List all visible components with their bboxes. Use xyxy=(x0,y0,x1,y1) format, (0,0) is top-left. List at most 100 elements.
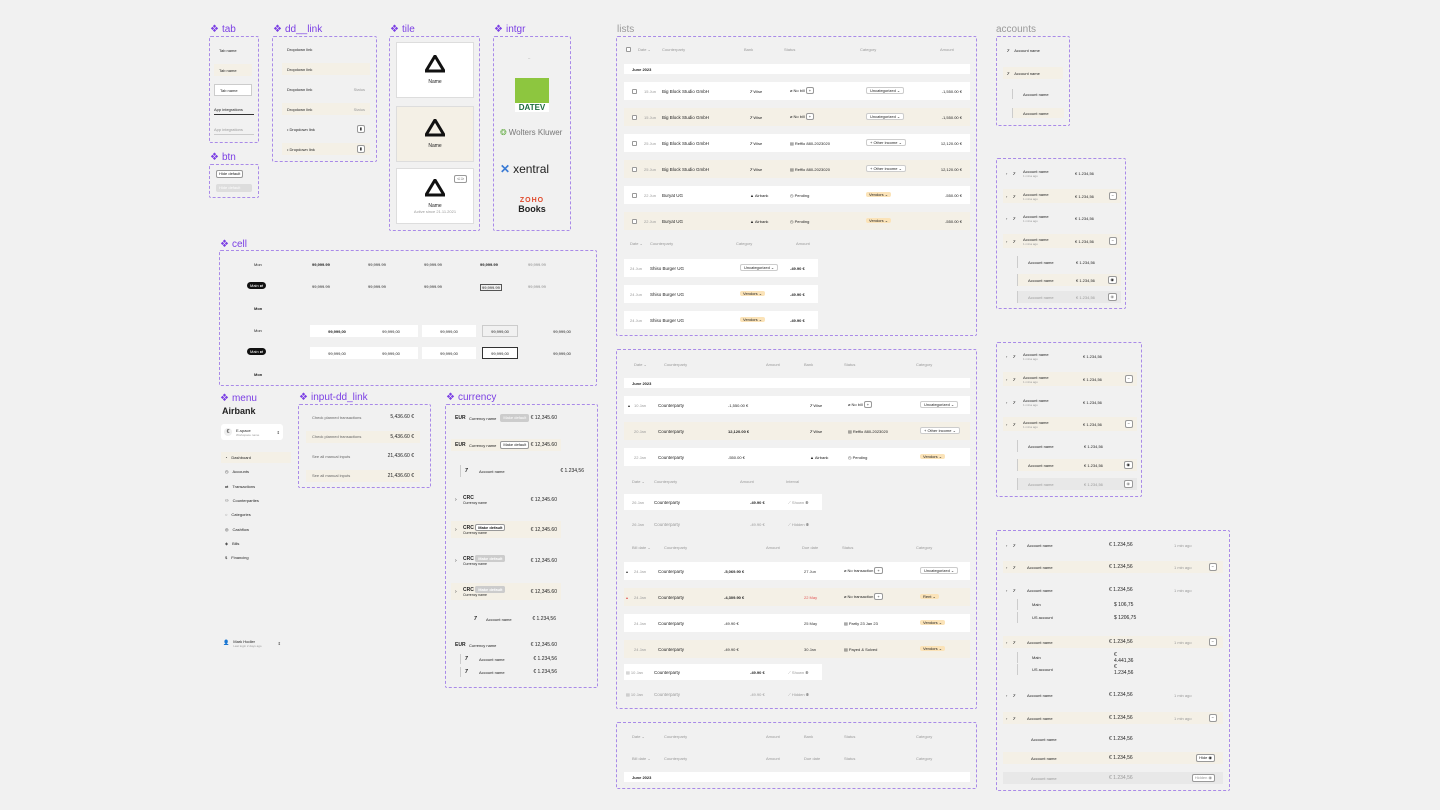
account-row[interactable]: 7 Account name xyxy=(1003,44,1063,56)
eye-icon[interactable]: ◉ xyxy=(806,692,809,697)
list-row[interactable]: 15 Jun Big Block Studio GmbH 7 Wise ⌀ No… xyxy=(624,108,970,126)
category-tag[interactable]: Vendors ⌄ xyxy=(866,192,892,197)
dropdown-link-dot[interactable]: • Dropdown link ▮ xyxy=(282,123,370,135)
list-row[interactable]: ▤ 10 Jan Counterparty -49.90 € ⟋ Hidden ◉ xyxy=(624,686,822,702)
currency-account-row[interactable]: 7 Account name € 1.234,56 xyxy=(460,654,561,664)
menu-item-categories[interactable]: ◌ Categories xyxy=(221,509,291,520)
tab-app-integrations[interactable]: App integrations xyxy=(214,104,254,115)
tab-item-hover[interactable]: Tab name xyxy=(214,64,252,76)
currency-row[interactable]: › CRC Make default Currency name € 12,345… xyxy=(451,521,561,538)
minus-icon[interactable]: − xyxy=(1208,563,1217,571)
cell-value[interactable]: 99,999.99 xyxy=(312,262,330,267)
add-icon[interactable]: + xyxy=(805,113,815,120)
account-row[interactable]: 7 Account name xyxy=(1003,67,1063,79)
eye-icon[interactable]: ◉ xyxy=(1107,293,1117,301)
cell-value-box[interactable]: 99,999,00 xyxy=(482,347,518,359)
currency-row[interactable]: › CRC Currency name € 12,345.60 xyxy=(451,491,561,508)
list-row[interactable]: 22 Jan Counterparty -550.00 € ▲ Airbank ◷… xyxy=(624,448,970,466)
tab-item-active[interactable]: Tab name xyxy=(214,84,252,96)
dropdown-link-dot-hover[interactable]: • Dropdown link ▮ xyxy=(282,143,370,155)
cell-value-box[interactable]: 99,999,00 xyxy=(310,325,364,337)
minus-icon[interactable]: − xyxy=(1208,638,1217,646)
cell-value-box[interactable]: 99,999,00 xyxy=(540,325,584,337)
cell-value-box[interactable]: 99,999,00 xyxy=(364,347,418,359)
sub-account-row[interactable]: Account name € 1.234,56 xyxy=(1003,733,1223,745)
category-select[interactable]: Uncategorized ⌄ xyxy=(920,567,959,574)
eye-icon[interactable]: ◉ xyxy=(805,670,808,675)
cell-value-box[interactable]: 99,999,00 xyxy=(422,347,476,359)
add-icon[interactable]: + xyxy=(874,567,883,574)
dropdown-link-hover[interactable]: Dropdown link xyxy=(282,63,370,75)
currency-row[interactable]: › CRC Make default Currency name € 12,345… xyxy=(451,583,561,600)
link-icon[interactable]: ⊂⊃ xyxy=(454,175,467,183)
sub-account-row[interactable]: Account name xyxy=(1012,89,1064,99)
category-select[interactable]: Uncategorized ⌄ xyxy=(740,264,779,271)
minus-icon[interactable]: − xyxy=(1124,420,1133,428)
account-row[interactable]: › 7 Account name 1 mina ago € 1.234,56 xyxy=(1003,349,1137,363)
category-select[interactable]: Uncategorized ⌄ xyxy=(866,87,905,94)
cell-value[interactable]: 99,999.99 xyxy=(368,284,386,289)
cell-value[interactable]: 99,999.99 xyxy=(368,262,386,267)
sub-account-row[interactable]: Account name € 1.234,56 ◉ xyxy=(1017,291,1121,303)
account-row[interactable]: › 7 Account name 1 mina ago € 1.234,56 − xyxy=(1003,234,1121,248)
list-row[interactable]: 24 Jan Counterparty -49.90 € 25 May ▤ Par… xyxy=(624,614,970,632)
currency-row-eur[interactable]: EUR Currency name Make default € 12,345.60 xyxy=(451,412,561,424)
workspace-switcher[interactable]: € E-space Workspace name ⇕ xyxy=(221,424,283,440)
cell-value-box[interactable]: 99,999,00 xyxy=(422,325,476,337)
eye-icon[interactable]: ◉ xyxy=(1123,480,1133,488)
category-tag[interactable]: Rent ⌄ xyxy=(920,594,939,599)
account-row[interactable]: › 7 Account name € 1.234,56 1 min ago xyxy=(1003,539,1223,551)
cell-value[interactable]: 99,999.99 xyxy=(424,262,442,267)
input-dropdown-link[interactable]: Check planned transactions 5,436.60 € xyxy=(306,411,420,423)
category-tag[interactable]: Vendors ⌄ xyxy=(920,620,946,625)
input-dropdown-link[interactable]: Check planned transactions 5,436.60 € xyxy=(306,430,420,443)
cell-value-box[interactable]: 99,999,00 xyxy=(310,347,364,359)
account-row[interactable]: › 7 Account name € 1.234,56 1 min ago xyxy=(1003,584,1223,596)
account-row[interactable]: › 7 Account name 1 mina ago € 1.234,56 xyxy=(1003,395,1137,409)
add-icon[interactable]: + xyxy=(863,401,873,408)
minus-icon[interactable]: − xyxy=(1108,237,1117,245)
cell-value[interactable]: 99,999.99 xyxy=(528,262,546,267)
category-select[interactable]: + Other income ⌄ xyxy=(920,427,960,434)
input-dropdown-link[interactable]: See all manual inputs 21,436.60 € xyxy=(306,469,420,482)
list-row[interactable]: 24 Jan Counterparty -49.90 € 30 Jan ▤ Pay… xyxy=(624,640,970,658)
list-row[interactable]: 20 Jan Counterparty 12,120.00 € 7 Wise ▤ … xyxy=(624,422,970,440)
minus-icon[interactable]: − xyxy=(1108,192,1117,200)
sub-account-row[interactable]: Account name € 1.234,56 xyxy=(1017,440,1137,452)
account-row[interactable]: › 7 Account name 1 mina ago € 1.234,56 xyxy=(1003,211,1121,225)
sub-account-row[interactable]: Account name € 1.234,56 ◉ xyxy=(1017,478,1137,490)
dropdown-link-status-hover[interactable]: Dropdown link Status xyxy=(282,103,370,115)
cell-value-box[interactable]: 99,999,00 xyxy=(540,347,584,359)
list-row[interactable]: ▤ 10 Jan Counterparty -49.90 € ⟋ Shown ◉ xyxy=(624,664,822,680)
currency-account-row[interactable]: 7 Account name € 1.234,56 xyxy=(460,465,588,477)
list-row[interactable]: 26 Jan Counterparty -49.90 € ⟋ Hidden ◉ xyxy=(624,516,822,532)
account-row[interactable]: › 7 Account name € 1.234,56 1 min ago − xyxy=(1003,561,1223,573)
category-tag[interactable]: Vendors ⌄ xyxy=(920,646,946,651)
menu-item-financing[interactable]: $ Financing xyxy=(221,552,291,563)
sub-account-row[interactable]: Account name € 1.234,56 Hide ◉ xyxy=(1003,752,1223,764)
account-row[interactable]: › 7 Account name € 1.234,56 1 min ago − xyxy=(1003,636,1223,648)
currency-account-row[interactable]: 7 Account name € 1.234,56 xyxy=(470,613,560,625)
account-row[interactable]: › 7 Account name 1 mina ago € 1.234,56 − xyxy=(1003,189,1121,203)
user-profile[interactable]: 👤 Mark Hodler Last login 2 days ago ⇕ xyxy=(223,636,281,650)
eye-icon[interactable]: ◉ xyxy=(805,500,808,505)
eye-icon[interactable]: ◉ xyxy=(1123,461,1133,469)
tab-app-integrations-inactive[interactable]: App integrations xyxy=(214,124,254,135)
cell-value[interactable]: 99,999.99 xyxy=(424,284,442,289)
trash-icon[interactable]: ▮ xyxy=(356,125,365,133)
eye-icon[interactable]: ◉ xyxy=(1107,276,1117,284)
trash-icon[interactable]: ▮ xyxy=(356,145,365,153)
dropdown-link[interactable]: Dropdown link xyxy=(282,43,370,55)
cell-value-box[interactable]: 99,999,00 xyxy=(482,325,518,337)
menu-item-counterparties[interactable]: ⚇ Counterparties xyxy=(221,495,291,506)
menu-item-dashboard[interactable]: ◔ Dashboard xyxy=(221,452,291,463)
menu-item-accounts[interactable]: ◷ Accounts xyxy=(221,466,291,477)
currency-account-row[interactable]: 7 Account name € 1.234,56 xyxy=(460,667,561,677)
list-row[interactable]: ▴ 24 Jan Counterparty -4,309.90 € 22 May … xyxy=(624,588,970,606)
hide-default-button[interactable]: Hide default xyxy=(216,170,244,178)
input-dropdown-link[interactable]: See all manual inputs 21,436.60 € xyxy=(306,450,420,462)
menu-item-cashflow[interactable]: ◎ Cashflow xyxy=(221,524,291,535)
menu-item-transactions[interactable]: ⇄ Transactions xyxy=(221,481,291,492)
cell-value[interactable]: 99,999.99 xyxy=(312,284,330,289)
account-row[interactable]: › 7 Account name 1 mina ago € 1.234,56 − xyxy=(1003,372,1137,386)
